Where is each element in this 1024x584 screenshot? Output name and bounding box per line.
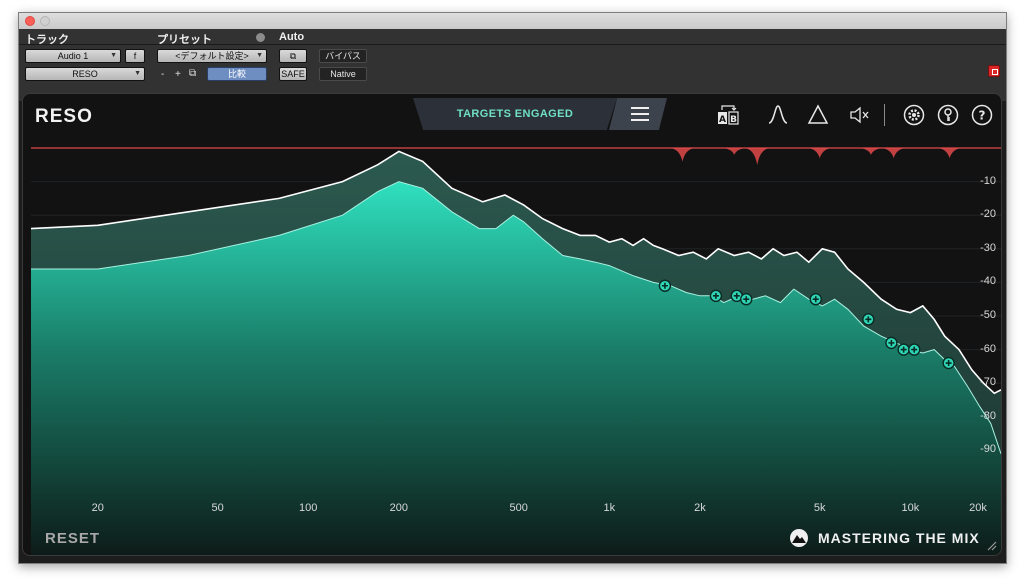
preset-value-text: <デフォルト設定>	[175, 51, 249, 61]
target-node[interactable]	[942, 356, 955, 370]
frequency-tick-label: 20	[91, 502, 104, 514]
frequency-tick-label: 500	[509, 502, 528, 514]
menu-bar-3	[631, 119, 649, 121]
safe-button[interactable]: SAFE	[279, 67, 307, 81]
reset-button[interactable]: RESET	[45, 530, 100, 547]
header-divider	[19, 44, 1006, 45]
insert-dropdown-icon: ▼	[134, 70, 141, 77]
copy-settings-icon[interactable]: ⧉	[189, 68, 196, 79]
db-tick-label: -20	[980, 208, 996, 221]
frequency-tick-label: 200	[389, 502, 409, 514]
db-tick-label: -50	[980, 309, 996, 321]
resize-grip-icon[interactable]	[985, 539, 997, 551]
resonance-dip	[856, 148, 885, 155]
brand-logo-icon	[790, 529, 808, 547]
close-window-icon[interactable]	[25, 16, 35, 26]
resonance-dip	[879, 148, 908, 159]
target-node[interactable]	[862, 313, 875, 326]
db-tick-label: -80	[980, 409, 996, 422]
menu-bar-1	[631, 107, 649, 109]
settings-gear-icon[interactable]	[903, 104, 925, 126]
reso-plugin: RESO TARGETS ENGAGED A B ? -10 -20 -30 -…	[22, 93, 1002, 556]
target-node[interactable]	[709, 289, 723, 303]
track-name-selector[interactable]: Audio 1 ▼	[25, 49, 121, 63]
window-icon: ⧉	[289, 51, 297, 61]
target-node[interactable]	[658, 279, 672, 292]
db-tick-label: -60	[980, 342, 996, 355]
auto-window-button[interactable]: ⧉	[279, 49, 307, 63]
delta-icon[interactable]	[807, 104, 829, 126]
menu-bar-2	[631, 113, 649, 115]
toolbar-divider	[884, 104, 885, 126]
host-plugin-header: トラック プリセット Auto Audio 1 ▼ f RESO ▼ <デフォルト設…	[19, 29, 1006, 101]
peak-filter-icon[interactable]	[767, 104, 789, 126]
svg-text:B: B	[730, 115, 737, 125]
menu-button[interactable]	[609, 98, 667, 130]
mute-speaker-icon[interactable]	[849, 104, 871, 126]
preset-dropdown-icon: ▼	[256, 52, 263, 59]
target-node[interactable]	[885, 336, 898, 350]
help-icon[interactable]: ?	[971, 104, 993, 126]
auto-section-label: Auto	[279, 31, 305, 43]
plugin-insert-selector[interactable]: RESO ▼	[25, 67, 145, 81]
native-text: Native	[330, 69, 356, 79]
spectrum-graph[interactable]	[23, 94, 1002, 556]
frequency-tick-label: 10k	[901, 502, 920, 514]
target-node[interactable]	[740, 292, 753, 306]
plugin-insert-text: RESO	[72, 69, 98, 79]
close-plugin-icon[interactable]	[988, 65, 1000, 77]
frequency-tick-label: 2k	[694, 502, 706, 514]
track-f-text: f	[133, 51, 137, 61]
preset-selector[interactable]: <デフォルト設定> ▼	[157, 49, 267, 63]
target-node[interactable]	[908, 343, 921, 356]
preset-next-button[interactable]: +	[175, 69, 181, 80]
brand-name: MASTERING THE MIX	[818, 530, 980, 546]
plugin-logo: RESO	[35, 106, 93, 127]
svg-text:?: ?	[979, 109, 986, 123]
compare-button[interactable]: 比較	[207, 67, 267, 81]
preset-prev-button[interactable]: -	[161, 69, 164, 80]
frequency-tick-label: 1k	[603, 502, 616, 514]
frequency-tick-label: 100	[299, 502, 318, 514]
resonance-dip	[668, 148, 697, 162]
resonance-dip	[935, 148, 964, 159]
native-button[interactable]: Native	[319, 67, 367, 81]
track-dropdown-icon: ▼	[110, 52, 117, 59]
preset-minus-icon[interactable]	[256, 33, 265, 42]
resonance-dip	[720, 148, 749, 155]
minimize-window-icon[interactable]	[40, 16, 50, 26]
resonance-dip	[805, 148, 834, 159]
track-name-text: Audio 1	[57, 51, 89, 61]
resonance-dip	[743, 148, 772, 165]
targets-engaged-button[interactable]: TARGETS ENGAGED	[413, 98, 617, 130]
ab-compare-icon[interactable]: A B	[717, 104, 739, 126]
db-tick-label: -70	[980, 376, 996, 389]
db-tick-label: -10	[980, 174, 996, 187]
track-f-button[interactable]: f	[125, 49, 145, 63]
db-tick-label: -90	[980, 443, 996, 456]
target-node[interactable]	[897, 343, 910, 356]
safe-text: SAFE	[281, 69, 305, 79]
bypass-button[interactable]: バイパス	[319, 49, 367, 63]
key-license-icon[interactable]	[937, 104, 959, 126]
frequency-tick-label: 20k	[969, 502, 987, 514]
target-node[interactable]	[809, 292, 822, 306]
svg-text:A: A	[719, 115, 726, 125]
title-bar	[19, 13, 1006, 29]
db-tick-label: -30	[980, 241, 996, 254]
db-tick-label: -40	[980, 275, 996, 288]
compare-text: 比較	[227, 69, 246, 79]
bypass-text: バイパス	[325, 51, 361, 61]
host-window: トラック プリセット Auto Audio 1 ▼ f RESO ▼ <デフォルト設…	[18, 12, 1007, 564]
frequency-tick-label: 5k	[813, 502, 826, 514]
frequency-tick-label: 50	[211, 502, 224, 514]
resonance-dips	[668, 148, 964, 165]
